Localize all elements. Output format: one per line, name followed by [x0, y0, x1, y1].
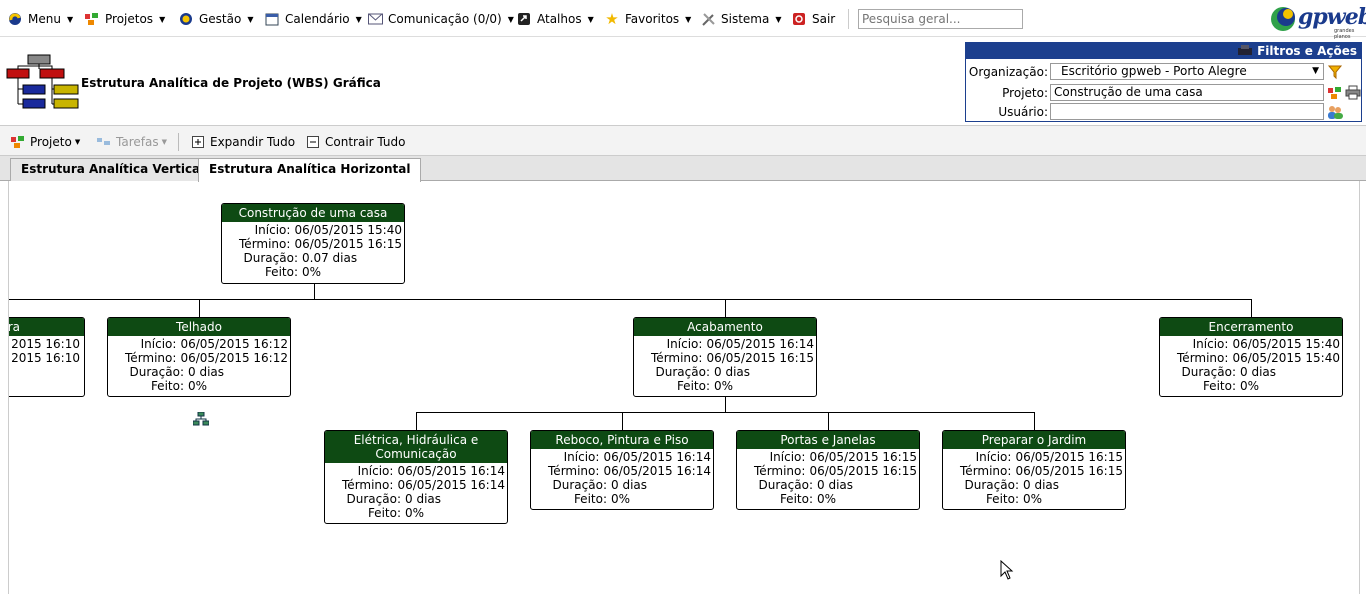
- chevron-down-icon: ▼: [775, 14, 782, 24]
- expand-all-button[interactable]: Expandir Tudo: [190, 134, 295, 150]
- chevron-down-icon: ▼: [66, 14, 74, 24]
- chevron-down-icon: ▼: [685, 14, 692, 24]
- wbs-node-reboco[interactable]: Reboco, Pintura e Piso Início: 06/05/2015…: [530, 430, 714, 510]
- connector: [828, 412, 829, 430]
- expand-subtree-icon[interactable]: [192, 411, 210, 426]
- wbs-node-acabamento[interactable]: Acabamento Início: 06/05/2015 16:14 Térmi…: [633, 317, 817, 397]
- wbs-canvas: Construção de uma casa Início: 06/05/2015…: [8, 181, 1360, 594]
- menu-management[interactable]: Gestão ▼: [178, 10, 254, 28]
- select-user-icon[interactable]: [1326, 103, 1344, 120]
- chevron-down-icon: ▼: [1312, 66, 1319, 76]
- page-title: Estrutura Analítica de Projeto (WBS) Grá…: [81, 76, 381, 90]
- chevron-down-icon: ▼: [247, 14, 254, 24]
- connector: [1251, 299, 1252, 317]
- organization-select[interactable]: Escritório gpweb - Porto Alegre ▼: [1050, 63, 1324, 80]
- page-header: Estrutura Analítica de Projeto (WBS) Grá…: [0, 38, 1366, 124]
- star-icon: ★: [605, 10, 619, 28]
- wbs-toolbar: Projeto ▼ Tarefas ▼ Expandir Tudo Contrair…: [0, 125, 1366, 156]
- user-field[interactable]: [1050, 103, 1324, 120]
- project-field[interactable]: Construção de uma casa: [1050, 84, 1324, 101]
- wbs-node-encerramento[interactable]: Encerramento Início: 06/05/2015 15:40 Tér…: [1159, 317, 1343, 397]
- chevron-down-icon: ▼: [74, 138, 81, 146]
- menu-shortcuts[interactable]: Atalhos ▼: [516, 10, 594, 28]
- filter-row-project: Projeto: Construção de uma casa: [966, 84, 1361, 102]
- menu-system[interactable]: Sistema ▼: [700, 10, 782, 28]
- connector: [416, 412, 1034, 413]
- gpweb-logo: gpweb grandes planos: [1268, 2, 1366, 40]
- wbs-node-partial[interactable]: ra 2015 16:10 2015 16:10: [9, 317, 85, 397]
- printer-icon[interactable]: [1344, 84, 1362, 101]
- menu-communication[interactable]: Comunicação (0/0) ▼: [367, 10, 514, 28]
- chevron-down-icon: ▼: [161, 138, 167, 146]
- wbs-node-telhado[interactable]: Telhado Início: 06/05/2015 16:12 Término:…: [107, 317, 291, 397]
- wbs-node-eletrica[interactable]: Elétrica, Hidráulica e Comunicação Iníci…: [324, 430, 508, 524]
- filter-actions-icon: [1237, 44, 1253, 56]
- search-input[interactable]: [858, 9, 1023, 29]
- tab-horizontal[interactable]: Estrutura Analítica Horizontal: [198, 158, 422, 182]
- top-menu-bar: Menu ▼ Projetos ▼ Gestão ▼ Calendário ▼ Comu…: [0, 0, 1366, 40]
- collapse-all-button[interactable]: Contrair Tudo: [305, 134, 405, 150]
- chevron-down-icon: ▼: [159, 14, 166, 24]
- management-icon: [178, 11, 194, 27]
- chevron-down-icon: ▼: [507, 14, 514, 24]
- mouse-cursor-icon: [1000, 559, 1014, 580]
- filter-panel-header: Filtros e Ações: [966, 43, 1361, 59]
- chevron-down-icon: ▼: [587, 14, 594, 24]
- collapse-icon: [305, 134, 321, 150]
- menu-projects[interactable]: Projetos ▼: [84, 10, 165, 28]
- connector: [199, 299, 200, 317]
- menu-divider: [848, 9, 849, 29]
- filter-panel: Filtros e Ações Organização: Escritório …: [965, 42, 1362, 122]
- connector: [314, 284, 315, 299]
- project-dropdown[interactable]: Projeto ▼: [10, 134, 80, 150]
- wbs-node-portas[interactable]: Portas e Janelas Início: 06/05/2015 16:15…: [736, 430, 920, 510]
- wbs-node-jardim[interactable]: Preparar o Jardim Início: 06/05/2015 16:1…: [942, 430, 1126, 510]
- tasks-icon: [96, 134, 112, 150]
- menu-icon: [7, 11, 23, 27]
- menu-favorites[interactable]: ★ Favoritos ▼: [604, 10, 691, 28]
- wbs-chart-icon: [6, 54, 81, 110]
- filter-row-organization: Organização: Escritório gpweb - Porto Al…: [966, 63, 1361, 81]
- tasks-dropdown[interactable]: Tarefas ▼: [96, 134, 167, 150]
- connector: [725, 397, 726, 412]
- menu-exit[interactable]: Sair: [791, 10, 835, 28]
- tab-vertical[interactable]: Estrutura Analítica Vertical: [10, 158, 216, 181]
- filter-row-user: Usuário:: [966, 103, 1361, 121]
- connector: [1034, 412, 1035, 430]
- projects-icon: [84, 11, 100, 27]
- expand-icon: [190, 134, 206, 150]
- connector: [622, 412, 623, 430]
- filter-funnel-icon[interactable]: [1326, 63, 1344, 80]
- connector: [9, 299, 1251, 300]
- projects-icon: [10, 134, 26, 150]
- connector: [725, 299, 726, 317]
- select-project-icon[interactable]: [1326, 84, 1344, 101]
- toolbar-divider: [178, 133, 179, 151]
- view-tabs: Estrutura Analítica Vertical Estrutura A…: [0, 156, 1366, 182]
- menu-calendar[interactable]: Calendário ▼: [264, 10, 362, 28]
- exit-icon: [791, 11, 807, 27]
- menu-main[interactable]: Menu ▼: [7, 10, 73, 28]
- tools-icon: [700, 11, 716, 27]
- shortcut-icon: [516, 11, 532, 27]
- connector: [416, 412, 417, 430]
- calendar-icon: [264, 11, 280, 27]
- chevron-down-icon: ▼: [355, 14, 362, 24]
- mail-icon: [367, 11, 383, 27]
- wbs-node-root[interactable]: Construção de uma casa Início: 06/05/2015…: [221, 203, 405, 284]
